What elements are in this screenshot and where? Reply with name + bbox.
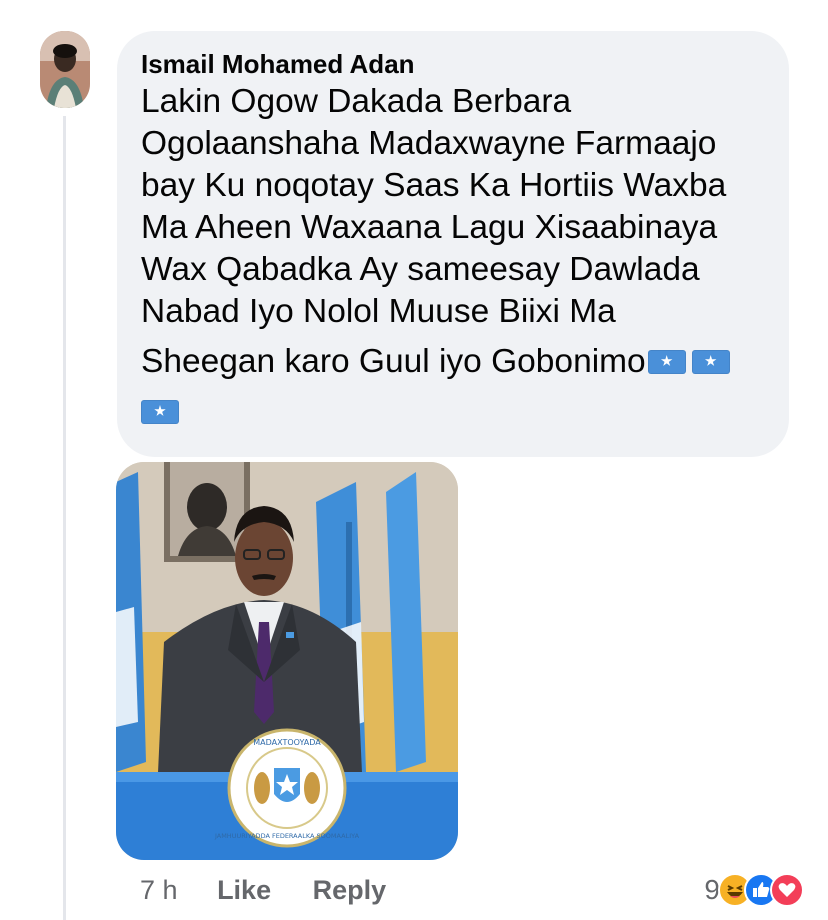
comment-line: Ma Aheen Waxaana Lagu Xisaabinaya xyxy=(141,209,718,246)
love-icon xyxy=(770,873,804,907)
somalia-flag-icon xyxy=(141,400,179,424)
seal-text-top: MADAXTOOYADA xyxy=(253,738,321,747)
comment-text: Lakin Ogow Dakada Berbara Ogolaanshaha M… xyxy=(141,81,765,433)
comment-line: Nabad Iyo Nolol Muuse Biixi Ma xyxy=(141,293,616,330)
comment-line-last: Sheegan karo Guul iyo Gobonimo xyxy=(141,341,765,383)
reaction-summary[interactable]: 9 xyxy=(704,870,804,910)
comment-line: Wax Qabadka Ay sameesay Dawlada xyxy=(141,251,700,288)
comment-thread: Ismail Mohamed Adan Lakin Ogow Dakada Be… xyxy=(0,0,828,920)
comment-author[interactable]: Ismail Mohamed Adan xyxy=(141,47,765,81)
photo-image: MADAXTOOYADA JAMHUURIYADDA FEDERAALKA SO… xyxy=(116,462,458,860)
comment-line: Ogolaanshaha Madaxwayne Farmaajo xyxy=(141,125,717,162)
somalia-flag-icon xyxy=(647,350,686,374)
comment-line-text: Sheegan karo Guul iyo Gobonimo xyxy=(141,343,646,380)
comment-line: Lakin Ogow Dakada Berbara xyxy=(141,83,572,120)
seal-text-bottom: JAMHUURIYADDA FEDERAALKA SOOMAALIYA xyxy=(214,832,360,840)
avatar-image xyxy=(40,31,90,108)
comment-bubble: Ismail Mohamed Adan Lakin Ogow Dakada Be… xyxy=(117,31,789,457)
avatar[interactable] xyxy=(40,31,90,108)
comment-time[interactable]: 7 h xyxy=(140,875,178,905)
somalia-flag-icon xyxy=(691,350,730,374)
like-button[interactable]: Like xyxy=(217,875,271,905)
comment-line: bay Ku noqotay Saas Ka Hortiis Waxba xyxy=(141,167,727,204)
thread-line xyxy=(63,116,66,920)
flag-row xyxy=(141,391,765,433)
reply-button[interactable]: Reply xyxy=(313,875,387,905)
comment-photo[interactable]: MADAXTOOYADA JAMHUURIYADDA FEDERAALKA SO… xyxy=(116,462,458,860)
comment-actions: 7 h Like Reply xyxy=(140,870,420,910)
